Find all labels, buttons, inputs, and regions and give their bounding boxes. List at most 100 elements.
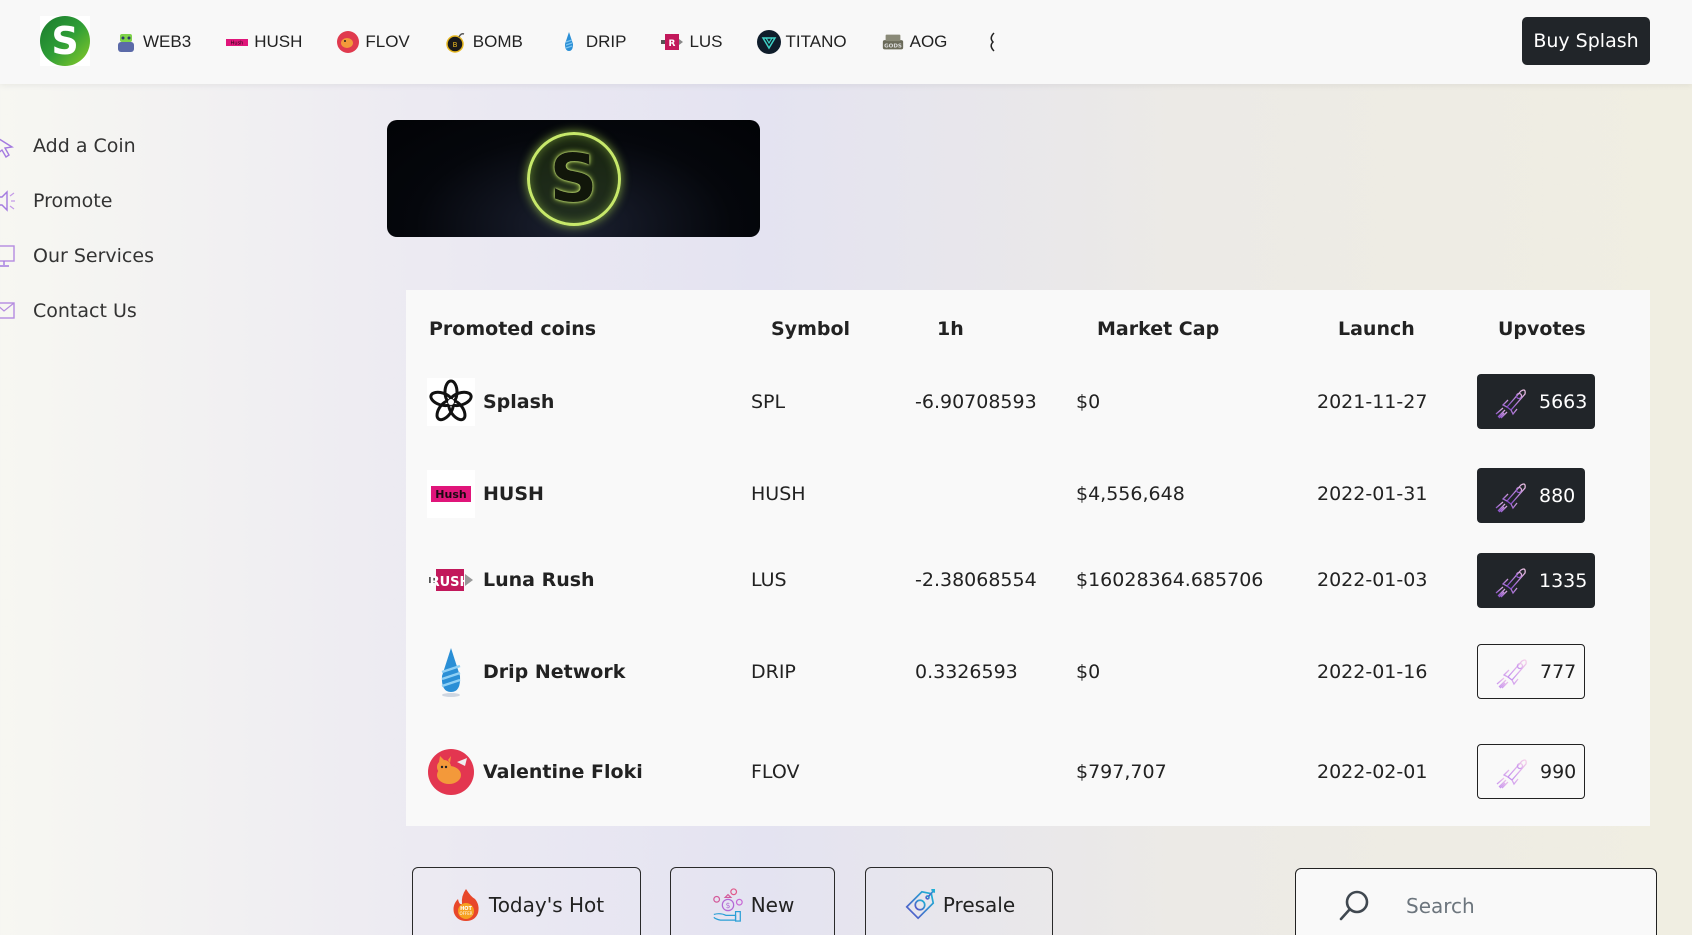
coin-change-1h: -6.90708593 <box>915 391 1037 413</box>
svg-text:$: $ <box>725 900 730 909</box>
splash-logo[interactable]: S <box>40 16 90 66</box>
ticker-symbol: FLOV <box>365 32 410 51</box>
header-promoted-coins: Promoted coins <box>429 318 597 340</box>
ticker-symbol: TITANO <box>785 32 847 51</box>
titano-coin-icon <box>756 30 781 54</box>
table-row[interactable]: Drip Network DRIP 0.3326593 $0 2022-01-1… <box>406 632 1650 712</box>
coin-market-cap: $0 <box>1076 391 1101 413</box>
money-bag-hand-icon: $ <box>712 887 743 922</box>
ticker-item-lus[interactable]: R LUS <box>660 30 723 54</box>
drip-network-coin-logo-icon <box>427 648 475 697</box>
coin-market-cap: $16028364.685706 <box>1076 569 1264 591</box>
rocket-icon <box>1495 482 1526 512</box>
svg-text:R: R <box>669 39 676 49</box>
header-upvotes: Upvotes <box>1498 318 1586 340</box>
ticker-symbol: DRIP <box>585 32 627 51</box>
ticker-item-hush[interactable]: Hush HUSH <box>225 30 302 54</box>
fire-hot-icon: HOTOFFER <box>453 888 479 921</box>
rocket-icon <box>1495 567 1526 597</box>
coin-cell[interactable]: Hush HUSH <box>427 454 544 534</box>
coin-cell[interactable]: Splash <box>427 362 554 442</box>
ticker-symbol: HUSH <box>254 32 303 51</box>
svg-text:GODS: GODS <box>884 44 902 50</box>
ticker-symbol: LUS <box>689 32 723 51</box>
coin-ticker: WEB3 Hush HUSH FLOV B BOMB DRIP R LUS TI… <box>114 0 1044 84</box>
upvote-count: 1335 <box>1539 569 1588 592</box>
upvote-button[interactable]: 5663 <box>1477 374 1595 429</box>
coin-symbol: SPL <box>751 391 786 413</box>
coin-symbol: LUS <box>751 569 787 591</box>
upvote-button[interactable]: 990 <box>1477 744 1585 799</box>
splash-neon-logo: S <box>526 131 621 226</box>
coin-symbol: DRIP <box>751 661 796 683</box>
upvote-button[interactable]: 777 <box>1477 644 1585 699</box>
aog-coin-icon: GODS <box>881 30 905 54</box>
sidebar-item-label: Contact Us <box>33 299 137 322</box>
coin-cell[interactable]: Drip Network <box>427 632 625 712</box>
coin-launch-date: 2021-11-27 <box>1317 391 1428 413</box>
filter-label: Today's Hot <box>488 892 605 917</box>
header-market-cap: Market Cap <box>1097 318 1220 340</box>
sidebar: Add a Coin Promote Our Services Contact … <box>0 118 300 338</box>
buy-splash-button[interactable]: Buy Splash <box>1522 17 1650 65</box>
search-input[interactable] <box>1406 893 1626 918</box>
flov-coin-icon <box>336 30 360 54</box>
svg-text:Hush: Hush <box>435 488 466 501</box>
ticker-item-partial[interactable] <box>981 30 1010 54</box>
rocket-icon <box>1496 658 1527 688</box>
luna-rush-coin-logo-icon: RUSH <box>427 556 475 604</box>
splash-coin-logo-icon <box>427 378 475 426</box>
table-row[interactable]: Splash SPL -6.90708593 $0 2021-11-27 566… <box>406 362 1650 442</box>
table-header: Promoted coins Symbol 1h Market Cap Laun… <box>406 290 1650 366</box>
coin-market-cap: $0 <box>1076 661 1101 683</box>
ticker-item-flov[interactable]: FLOV <box>336 30 410 54</box>
cursor-click-icon <box>0 133 16 159</box>
sidebar-item-label: Promote <box>33 189 113 212</box>
sidebar-item-label: Our Services <box>33 244 154 267</box>
ticker-item-bomb[interactable]: B BOMB <box>444 30 523 54</box>
upvote-button[interactable]: 880 <box>1477 468 1585 523</box>
sidebar-item-promote[interactable]: Promote <box>0 173 300 228</box>
splash-banner: S <box>387 120 760 237</box>
drip-coin-icon <box>557 30 581 54</box>
coin-change-1h: -2.38068554 <box>915 569 1037 591</box>
coin-symbol: FLOV <box>751 761 800 783</box>
web3-coin-icon <box>114 30 138 54</box>
upvote-count: 990 <box>1540 760 1577 783</box>
hush-coin-logo-icon: Hush <box>427 470 475 518</box>
ticker-symbol: BOMB <box>472 32 523 51</box>
ticker-item-drip[interactable]: DRIP <box>557 30 627 54</box>
table-row[interactable]: RUSH Luna Rush LUS -2.38068554 $16028364… <box>406 540 1650 620</box>
promoted-coins-table: Promoted coins Symbol 1h Market Cap Laun… <box>406 290 1650 826</box>
todays-hot-button[interactable]: HOT OFFER Today's Hot <box>412 867 641 935</box>
sidebar-item-add-coin[interactable]: Add a Coin <box>0 118 300 173</box>
sidebar-item-contact-us[interactable]: Contact Us <box>0 283 300 338</box>
upvote-count: 880 <box>1539 484 1576 507</box>
coin-market-cap: $4,556,648 <box>1076 483 1185 505</box>
coin-name: Drip Network <box>483 661 626 683</box>
new-button[interactable]: $ New <box>670 867 835 935</box>
filter-label: Presale <box>942 892 1016 917</box>
coin-name: Valentine Floki <box>483 761 643 783</box>
coin-cell[interactable]: RUSH Luna Rush <box>427 540 595 620</box>
coin-cell[interactable]: Valentine Floki <box>427 732 643 812</box>
svg-text:Hush: Hush <box>231 41 244 47</box>
bomb-coin-icon: B <box>444 30 468 54</box>
search-box[interactable] <box>1295 868 1657 935</box>
presale-button[interactable]: Presale <box>865 867 1053 935</box>
table-row[interactable]: Hush HUSH HUSH $4,556,648 2022-01-31 880 <box>406 454 1650 534</box>
header-symbol: Symbol <box>771 318 851 340</box>
ticker-item-web3[interactable]: WEB3 <box>114 30 191 54</box>
ticker-item-aog[interactable]: GODS AOG <box>881 30 947 54</box>
sidebar-item-our-services[interactable]: Our Services <box>0 228 300 283</box>
coin-name: Splash <box>483 391 555 413</box>
coin-name: HUSH <box>483 483 544 505</box>
coin-name: Luna Rush <box>483 569 595 591</box>
valentine-floki-coin-logo-icon <box>427 748 475 796</box>
coin-change-1h: 0.3326593 <box>915 661 1018 683</box>
table-row[interactable]: Valentine Floki FLOV $797,707 2022-02-01… <box>406 732 1650 812</box>
coin-symbol: HUSH <box>751 483 806 505</box>
ticker-symbol: WEB3 <box>143 32 192 51</box>
ticker-item-titano[interactable]: TITANO <box>756 30 847 54</box>
upvote-button[interactable]: 1335 <box>1477 553 1595 608</box>
